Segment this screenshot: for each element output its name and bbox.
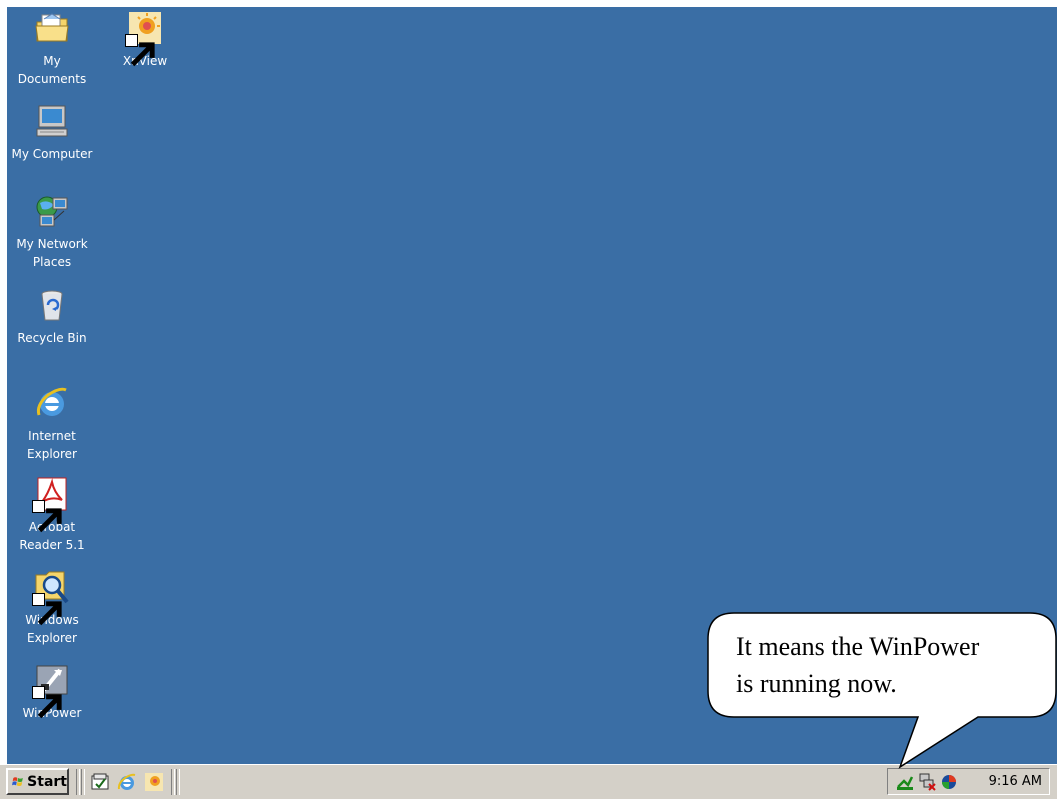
desktop-icon-my-computer[interactable]: My Computer xyxy=(7,103,98,163)
quick-launch-internet-explorer[interactable] xyxy=(117,772,137,792)
desktop-icon-recycle-bin[interactable]: Recycle Bin xyxy=(7,287,98,347)
desktop-icon-internet-explorer[interactable]: Internet Explorer xyxy=(7,385,98,463)
taskbar-separator xyxy=(176,769,180,795)
taskbar-separator xyxy=(76,769,80,795)
icon-label: Recycle Bin xyxy=(17,331,87,345)
icon-label: Internet Explorer xyxy=(27,429,77,461)
desktop-icon-xnview[interactable]: XnView xyxy=(99,10,191,70)
show-desktop-icon xyxy=(91,773,109,790)
quick-launch-show-desktop[interactable] xyxy=(90,772,110,792)
desktop-icon-winpower[interactable]: WinPower xyxy=(7,662,98,722)
callout-text: It means the WinPower is running now. xyxy=(736,632,980,698)
desktop-icon-windows-explorer[interactable]: Windows Explorer xyxy=(7,569,98,647)
start-label: Start xyxy=(27,773,67,790)
icon-label: My Network Places xyxy=(16,237,88,269)
shortcut-arrow-icon xyxy=(32,593,62,626)
network-places-icon xyxy=(34,193,70,229)
taskbar-separator xyxy=(81,769,85,795)
my-computer-icon xyxy=(34,103,70,139)
taskbar-separator xyxy=(171,769,175,795)
xnview-icon xyxy=(145,773,163,791)
internet-explorer-icon xyxy=(34,385,70,421)
xnview-icon xyxy=(125,10,163,67)
desktop-icon-my-documents[interactable]: My Documents xyxy=(7,10,98,88)
my-documents-icon xyxy=(34,10,70,46)
desktop-icon-my-network-places[interactable]: My Network Places xyxy=(7,193,98,271)
desktop-icon-acrobat-reader[interactable]: Acrobat Reader 5.1 xyxy=(7,476,98,554)
internet-explorer-icon xyxy=(117,773,136,790)
shortcut-arrow-icon xyxy=(32,500,62,533)
shortcut-arrow-icon xyxy=(32,686,62,719)
winpower-icon xyxy=(32,662,70,719)
icon-label: My Computer xyxy=(11,147,93,161)
windows-logo-icon xyxy=(12,776,23,786)
icon-label: My Documents xyxy=(17,54,87,86)
acrobat-reader-icon xyxy=(32,476,70,533)
quick-launch-xnview[interactable] xyxy=(144,772,164,792)
start-button[interactable]: Start xyxy=(6,768,69,795)
shortcut-arrow-icon xyxy=(125,34,155,67)
recycle-bin-icon xyxy=(34,287,70,323)
windows-explorer-icon xyxy=(32,569,70,626)
